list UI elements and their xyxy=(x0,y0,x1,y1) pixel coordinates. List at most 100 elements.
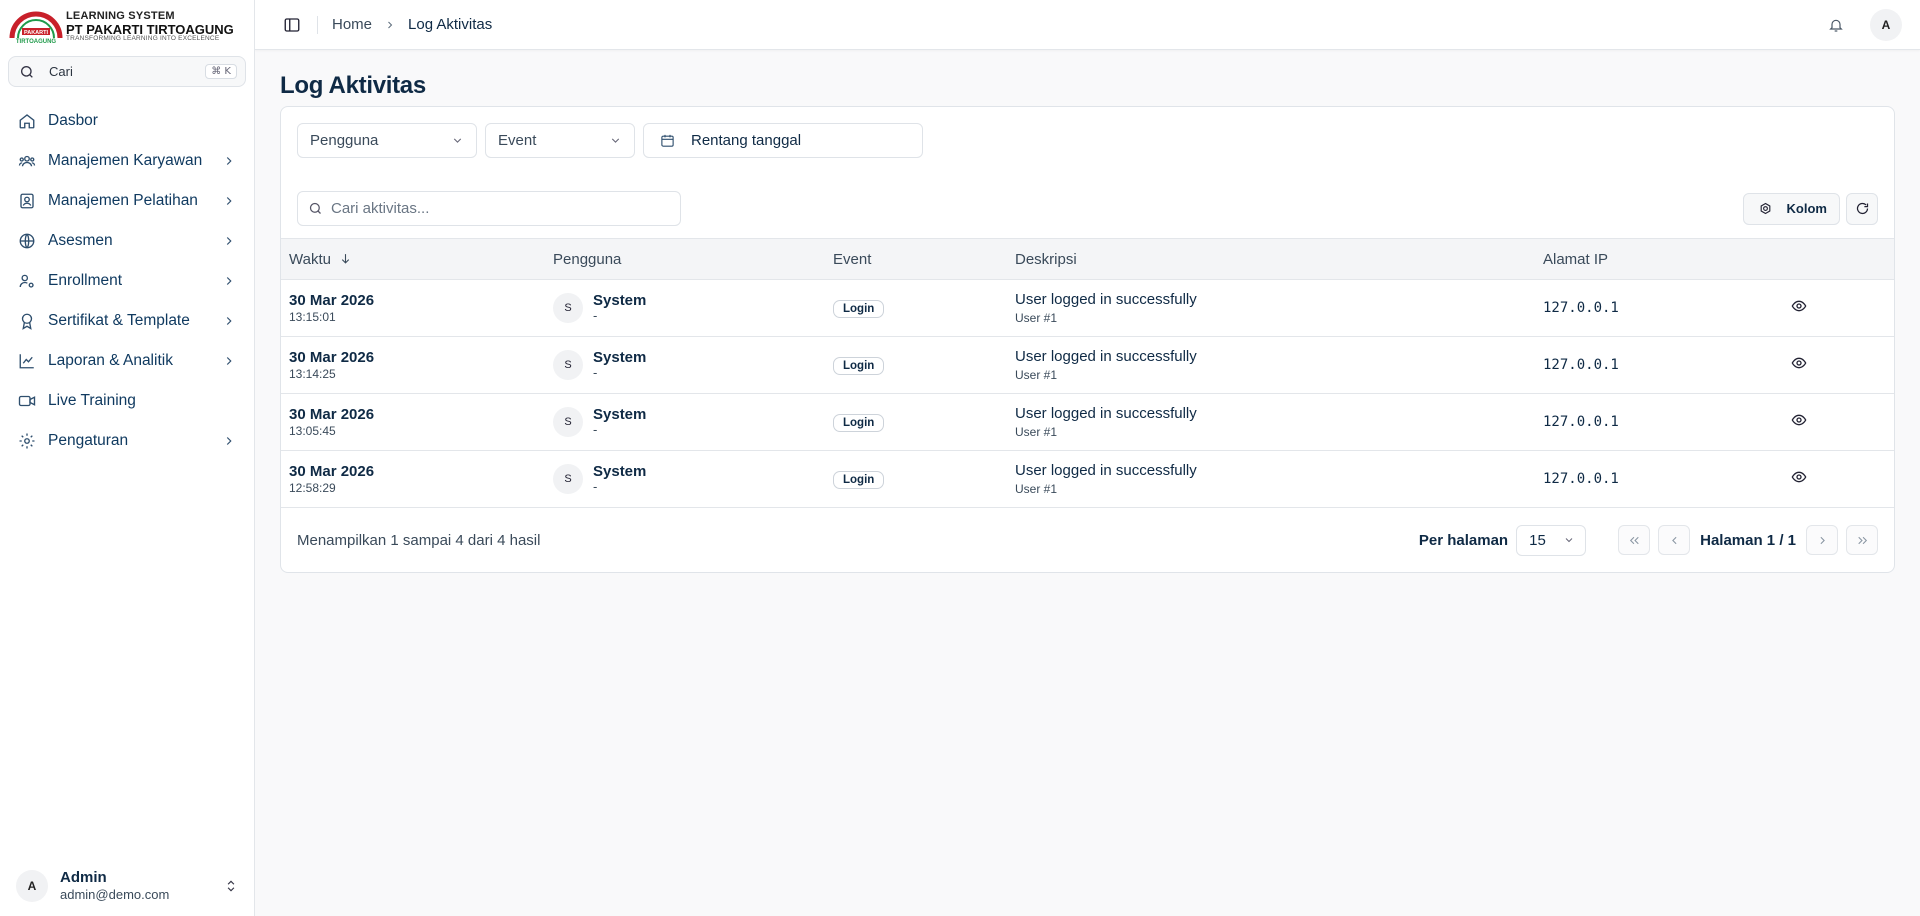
sidebar-item-label: Manajemen Karyawan xyxy=(48,152,203,169)
breadcrumb-current: Log Aktivitas xyxy=(408,16,493,33)
sidebar-item-manajemen-karyawan[interactable]: Manajemen Karyawan xyxy=(0,141,254,181)
brand-line1: LEARNING SYSTEM xyxy=(66,10,175,22)
sidebar-user-menu[interactable]: A Admin admin@demo.com xyxy=(0,856,254,916)
avatar: A xyxy=(16,870,48,902)
cell-event: Login xyxy=(825,280,1007,337)
sidebar-item-label: Laporan & Analitik xyxy=(48,352,173,369)
calendar-icon xyxy=(661,134,674,147)
table-header: Waktu Pengguna Event Deskripsi Alamat IP xyxy=(281,238,1894,280)
cell-deskripsi: User logged in successfully User #1 xyxy=(1007,280,1535,337)
brand-line2: PT PAKARTI TIRTOAGUNG xyxy=(66,21,234,37)
sidebar-nav: Dasbor Manajemen Karyawan Manajemen Pela… xyxy=(0,101,254,461)
sidebar-item-sertifikat-template[interactable]: Sertifikat & Template xyxy=(0,301,254,341)
event-filter-select[interactable]: Event xyxy=(485,123,635,158)
refresh-button[interactable] xyxy=(1846,192,1878,225)
prev-page-button[interactable] xyxy=(1658,525,1691,555)
brand-text: LEARNING SYSTEM PT PAKARTI TIRTOAGUNG TR… xyxy=(66,10,234,43)
eye-icon[interactable] xyxy=(1791,298,1807,314)
table-row[interactable]: 30 Mar 2026 13:14:25 S System - Login User … xyxy=(281,337,1894,394)
sidebar-search[interactable]: Cari ⌘ K xyxy=(8,56,246,87)
row-ip: 127.0.0.1 xyxy=(1543,357,1619,373)
column-header-pengguna[interactable]: Pengguna xyxy=(545,239,825,280)
column-header-waktu[interactable]: Waktu xyxy=(281,239,545,280)
table-row[interactable]: 30 Mar 2026 13:05:45 S System - Login User … xyxy=(281,394,1894,451)
sidebar-item-enrollment[interactable]: Enrollment xyxy=(0,261,254,301)
avatar: S xyxy=(553,463,583,494)
chevrons-left-icon xyxy=(1629,536,1639,544)
row-user-sub: - xyxy=(593,308,598,324)
table-tools: Kolom xyxy=(1742,192,1878,225)
row-ip: 127.0.0.1 xyxy=(1543,471,1619,487)
per-page-select[interactable]: 15 xyxy=(1516,524,1587,556)
app-root: PAKARTI TIRTOAGUNG LEARNING SYSTEM PT PA… xyxy=(0,0,1920,916)
avatar: S xyxy=(553,292,583,323)
user-email: admin@demo.com xyxy=(60,887,170,903)
activity-search xyxy=(297,191,681,226)
user-cog-icon xyxy=(19,274,34,288)
search-icon xyxy=(309,202,321,214)
topbar-actions: A xyxy=(1828,8,1902,41)
bell-icon[interactable] xyxy=(1828,17,1844,33)
per-page-label: Per halaman xyxy=(1418,531,1509,549)
columns-button[interactable]: Kolom xyxy=(1742,192,1840,225)
cell-waktu: 30 Mar 2026 13:14:25 xyxy=(281,337,545,394)
pagination: Menampilkan 1 sampai 4 dari 4 hasil Per … xyxy=(281,508,1894,572)
event-filter-label: Event xyxy=(498,132,537,149)
activity-search-input[interactable] xyxy=(331,200,670,217)
cell-event: Login xyxy=(825,337,1007,394)
cell-pengguna: S System - xyxy=(545,451,825,508)
first-page-button[interactable] xyxy=(1618,525,1651,555)
sidebar-item-laporan-analitik[interactable]: Laporan & Analitik xyxy=(0,341,254,381)
cell-pengguna: S System - xyxy=(545,394,825,451)
sidebar-item-live-training[interactable]: Live Training xyxy=(0,381,254,421)
column-header-deskripsi[interactable]: Deskripsi xyxy=(1007,239,1535,280)
chevron-down-icon xyxy=(1565,538,1573,543)
eye-icon[interactable] xyxy=(1791,355,1807,371)
cell-alamat-ip: 127.0.0.1 xyxy=(1535,451,1783,508)
column-header-event[interactable]: Event xyxy=(825,239,1007,280)
table-row[interactable]: 30 Mar 2026 13:15:01 S System - Login User … xyxy=(281,280,1894,337)
logo-mark-bottom: TIRTOAGUNG xyxy=(16,39,57,45)
users-icon xyxy=(18,155,36,167)
brand-logo[interactable]: PAKARTI TIRTOAGUNG LEARNING SYSTEM PT PA… xyxy=(0,0,254,50)
training-icon xyxy=(20,193,34,209)
row-ip: 127.0.0.1 xyxy=(1543,300,1619,316)
user-filter-select[interactable]: Pengguna xyxy=(297,123,477,158)
cell-alamat-ip: 127.0.0.1 xyxy=(1535,394,1783,451)
filters-row: Pengguna Event Rentang tanggal xyxy=(281,107,1894,158)
sidebar-item-asesmen[interactable]: Asesmen xyxy=(0,221,254,261)
pagination-summary: Menampilkan 1 sampai 4 dari 4 hasil xyxy=(297,531,541,549)
sidebar-item-manajemen-pelatihan[interactable]: Manajemen Pelatihan xyxy=(0,181,254,221)
column-header-label: Waktu xyxy=(289,250,331,268)
cell-actions xyxy=(1783,280,1894,337)
column-header-actions xyxy=(1783,239,1894,280)
sidebar-item-pengaturan[interactable]: Pengaturan xyxy=(0,421,254,461)
chevron-right-icon xyxy=(226,197,232,205)
cell-actions xyxy=(1783,394,1894,451)
chevron-right-icon xyxy=(226,357,232,365)
sidebar-toggle-icon[interactable] xyxy=(283,16,301,34)
activity-table: Waktu Pengguna Event Deskripsi Alamat IP… xyxy=(281,238,1894,508)
chevrons-up-down-icon xyxy=(227,880,235,892)
sidebar-item-dasbor[interactable]: Dasbor xyxy=(0,101,254,141)
breadcrumb-home[interactable]: Home xyxy=(332,16,372,33)
avatar: S xyxy=(553,406,583,437)
row-user-sub: - xyxy=(593,479,598,495)
row-user-name: System xyxy=(593,462,647,480)
chart-icon xyxy=(19,354,34,369)
date-range-picker[interactable]: Rentang tanggal xyxy=(643,123,923,158)
table-row[interactable]: 30 Mar 2026 12:58:29 S System - Login User … xyxy=(281,451,1894,508)
row-time: 12:58:29 xyxy=(289,481,336,495)
sidebar-item-label: Live Training xyxy=(48,392,136,409)
page-title: Log Aktivitas xyxy=(280,72,426,99)
eye-icon[interactable] xyxy=(1791,412,1807,428)
gear-icon xyxy=(19,433,35,449)
column-header-alamat-ip[interactable]: Alamat IP xyxy=(1535,239,1783,280)
chevron-left-icon xyxy=(1671,536,1677,544)
sidebar-item-label: Pengaturan xyxy=(48,432,129,449)
top-avatar[interactable]: A xyxy=(1870,8,1902,41)
eye-icon[interactable] xyxy=(1791,469,1807,485)
cell-pengguna: S System - xyxy=(545,337,825,394)
next-page-button[interactable] xyxy=(1806,525,1838,555)
last-page-button[interactable] xyxy=(1846,525,1878,555)
